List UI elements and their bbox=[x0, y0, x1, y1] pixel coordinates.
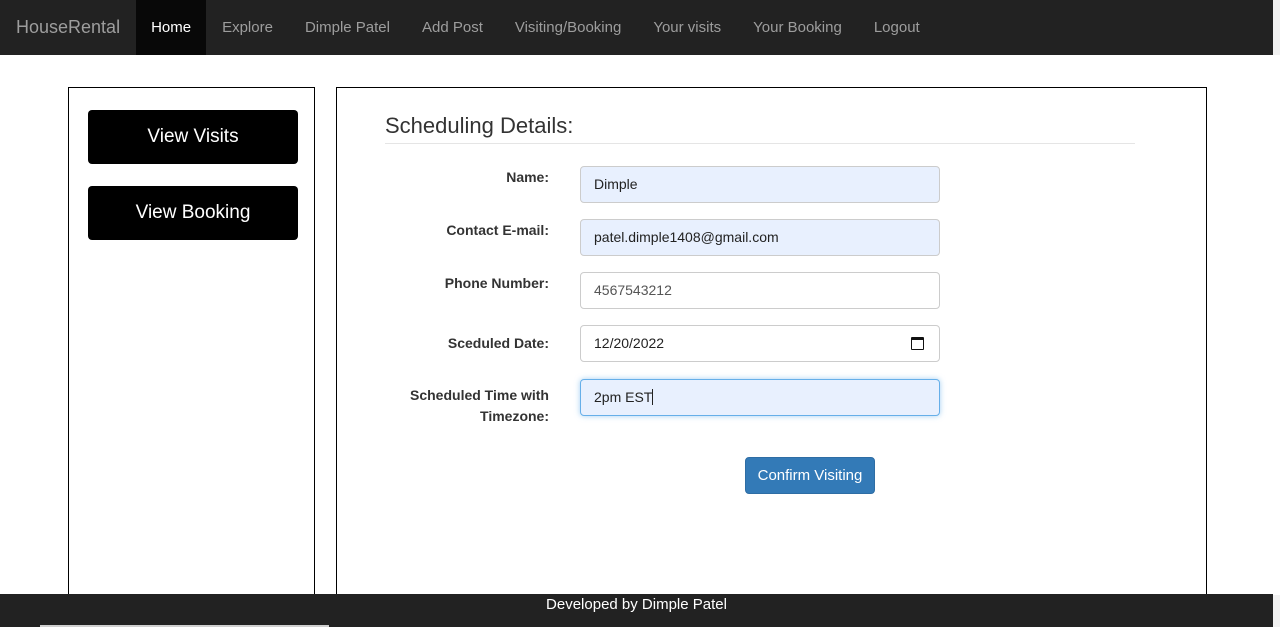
date-value: 12/20/2022 bbox=[594, 335, 665, 351]
view-booking-button[interactable]: View Booking bbox=[88, 186, 298, 240]
nav-explore[interactable]: Explore bbox=[206, 0, 289, 55]
footer-credit: Developed by Dimple Patel bbox=[546, 596, 727, 613]
nav-home[interactable]: Home bbox=[136, 0, 207, 55]
view-visits-button[interactable]: View Visits bbox=[88, 110, 298, 164]
email-input[interactable]: patel.dimple1408@gmail.com bbox=[580, 219, 940, 256]
time-input[interactable]: 2pm EST bbox=[580, 379, 940, 416]
email-label: Contact E-mail: bbox=[446, 222, 549, 238]
nav-logout[interactable]: Logout bbox=[858, 0, 936, 55]
nav-profile[interactable]: Dimple Patel bbox=[289, 0, 406, 55]
phone-input[interactable]: 4567543212 bbox=[580, 272, 940, 309]
time-label-line1: Scheduled Time with bbox=[410, 387, 549, 403]
date-label: Sceduled Date: bbox=[447, 335, 549, 351]
form-title: Scheduling Details: bbox=[385, 113, 574, 138]
scrollbar-thumb[interactable] bbox=[1273, 55, 1280, 595]
nav-your-booking[interactable]: Your Booking bbox=[737, 0, 858, 55]
page-scrollbar[interactable] bbox=[1273, 0, 1280, 627]
name-input[interactable]: Dimple bbox=[580, 166, 940, 203]
top-navbar: HouseRental Home Explore Dimple Patel Ad… bbox=[0, 0, 1273, 55]
confirm-visiting-button[interactable]: Confirm Visiting bbox=[745, 457, 875, 494]
time-value: 2pm EST bbox=[594, 389, 653, 405]
time-label-line2: Timezone: bbox=[480, 408, 549, 424]
calendar-icon[interactable] bbox=[911, 337, 924, 350]
date-input[interactable]: 12/20/2022 bbox=[580, 325, 940, 362]
nav-visiting-booking[interactable]: Visiting/Booking bbox=[499, 0, 637, 55]
text-caret bbox=[652, 389, 654, 405]
sidebar-panel: View Visits View Booking bbox=[68, 87, 315, 627]
nav-your-visits[interactable]: Your visits bbox=[637, 0, 737, 55]
title-divider bbox=[385, 143, 1135, 144]
name-label: Name: bbox=[506, 169, 549, 185]
nav-add-post[interactable]: Add Post bbox=[406, 0, 499, 55]
phone-label: Phone Number: bbox=[444, 275, 549, 291]
brand-logo[interactable]: HouseRental bbox=[0, 0, 136, 55]
page-footer: Developed by Dimple Patel bbox=[0, 594, 1273, 627]
scheduling-form-panel: Scheduling Details: Name: Dimple Contact… bbox=[336, 87, 1207, 627]
